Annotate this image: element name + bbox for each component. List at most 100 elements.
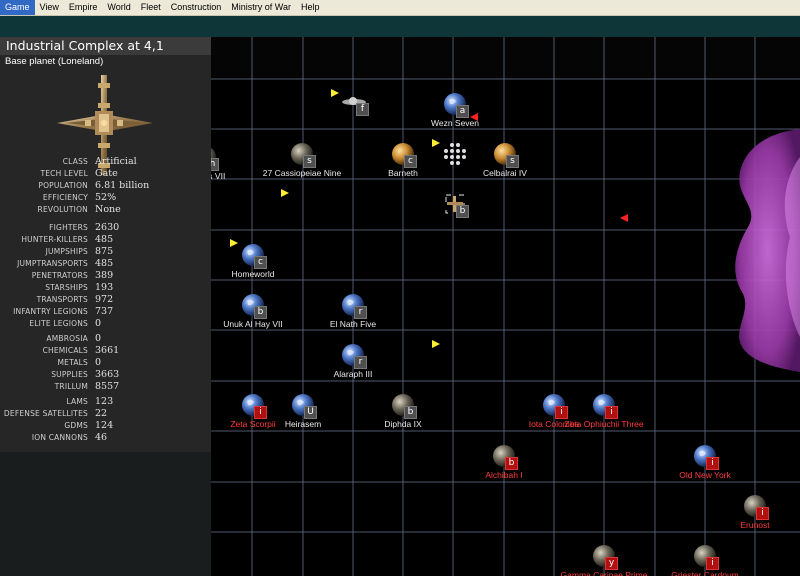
cluster-dot — [456, 143, 460, 147]
fleet-icon[interactable] — [432, 340, 440, 348]
stat-value: 22 — [95, 408, 108, 419]
cluster-dot — [444, 149, 448, 153]
stat-value: 0 — [95, 333, 102, 344]
stat-value: 2630 — [95, 222, 120, 233]
owner-badge: i — [756, 507, 769, 520]
owner-badge: U — [304, 406, 317, 419]
world-label[interactable]: Alaraph III — [334, 369, 373, 379]
stat-value: 485 — [95, 234, 114, 245]
owner-badge: i — [254, 406, 267, 419]
stat-value: 0 — [95, 357, 102, 368]
stat-label: EFFICIENCY — [42, 193, 88, 202]
owner-badge: r — [354, 356, 367, 369]
stat-label: JUMPTRANSPORTS — [17, 259, 88, 268]
stat-value: 8557 — [95, 381, 120, 392]
stat-value: 737 — [95, 306, 114, 317]
stat-row-elite-legions: ELITE LEGIONS 0 — [0, 318, 211, 330]
fleet-icon[interactable] — [432, 139, 440, 147]
cluster-dot — [456, 155, 460, 159]
stat-value: Artificial — [95, 156, 137, 167]
cluster-dot — [462, 155, 466, 159]
stat-label: SUPPLIES — [51, 370, 88, 379]
world-label[interactable]: Gamma Carinae Prime — [561, 570, 648, 576]
stat-value: 46 — [95, 432, 108, 443]
stat-row-penetrators: PENETRATORS 389 — [0, 270, 211, 282]
stat-value: 875 — [95, 246, 114, 257]
stat-row-infantry-legions: INFANTRY LEGIONS 737 — [0, 306, 211, 318]
world-label[interactable]: Zeta Scorpii — [230, 419, 275, 429]
stat-label: REVOLUTION — [37, 205, 88, 214]
stat-label: TRANSPORTS — [36, 295, 88, 304]
stat-label: STARSHIPS — [45, 283, 88, 292]
world-label[interactable]: Homeworld — [232, 269, 275, 279]
owner-badge: i — [555, 406, 568, 419]
stat-label: JUMPSHIPS — [45, 247, 88, 256]
menu-help[interactable]: Help — [296, 0, 325, 15]
stat-row-metals: METALS 0 — [0, 357, 211, 369]
owner-badge: r — [354, 306, 367, 319]
menu-empire[interactable]: Empire — [64, 0, 103, 15]
panel-title: Industrial Complex at 4,1 — [0, 37, 211, 55]
world-label[interactable]: Heirasem — [285, 419, 321, 429]
world-label[interactable]: Wezn Seven — [431, 118, 479, 128]
owner-badge: b — [254, 306, 267, 319]
cluster-dot — [456, 161, 460, 165]
stat-row-gdms: GDMS 124 — [0, 420, 211, 432]
stat-label: FIGHTERS — [49, 223, 88, 232]
stat-label: CLASS — [62, 157, 88, 166]
cluster-dot — [450, 155, 454, 159]
world-label[interactable]: 27 Cassiopeiae Nine — [263, 168, 341, 178]
stat-value: 3661 — [95, 345, 120, 356]
cluster-dot — [444, 155, 448, 159]
fleet-icon[interactable] — [331, 89, 339, 97]
menu-fleet[interactable]: Fleet — [136, 0, 166, 15]
world-label[interactable]: Alchibah I — [485, 470, 522, 480]
menu-bar: Game View Empire World Fleet Construction Mini… — [0, 0, 800, 16]
map-grid — [211, 37, 800, 576]
stat-label: TRILLUM — [54, 382, 88, 391]
world-label[interactable]: Zeta Ophiuchii Three — [564, 419, 643, 429]
owner-badge: c — [254, 256, 267, 269]
toolbar-strip — [0, 16, 800, 37]
stat-value: 124 — [95, 420, 114, 431]
menu-construction[interactable]: Construction — [166, 0, 227, 15]
stat-label: INFANTRY LEGIONS — [13, 307, 88, 316]
stat-value: 123 — [95, 396, 114, 407]
stat-value: 0 — [95, 318, 102, 329]
stat-label: DEFENSE SATELLITES — [3, 409, 88, 418]
world-label[interactable]: Barneth — [388, 168, 418, 178]
enemy-fleet-icon[interactable] — [620, 214, 628, 222]
stat-row-transports: TRANSPORTS 972 — [0, 294, 211, 306]
panel-lower-area — [0, 452, 211, 576]
fleet-icon[interactable] — [230, 239, 238, 247]
menu-world[interactable]: World — [102, 0, 135, 15]
stat-row-jumpships: JUMPSHIPS 875 — [0, 246, 211, 258]
menu-view[interactable]: View — [35, 0, 64, 15]
world-label[interactable]: Unuk Al Hay VII — [223, 319, 283, 329]
world-label[interactable]: Celbalrai IV — [483, 168, 527, 178]
stat-label: POPULATION — [38, 181, 88, 190]
world-label[interactable]: Diphda IX — [384, 419, 421, 429]
owner-badge: s — [506, 155, 519, 168]
fleet-icon[interactable] — [281, 189, 289, 197]
world-label[interactable]: Old New York — [679, 470, 731, 480]
stat-row-efficiency: EFFICIENCY 52% — [0, 192, 211, 204]
world-label[interactable]: Griester Cardoum — [671, 570, 739, 576]
panel-subtitle: Base planet (Loneland) — [5, 56, 104, 67]
world-cluster-5[interactable] — [444, 143, 466, 165]
cluster-dot — [456, 149, 460, 153]
cluster-dot — [450, 161, 454, 165]
stat-label: LAMS — [66, 397, 88, 406]
world-label[interactable]: Erunost — [740, 520, 769, 530]
owner-badge: b — [456, 205, 469, 218]
owner-badge: c — [404, 155, 417, 168]
stat-row-class: CLASS Artificial — [0, 156, 211, 168]
owner-badge: s — [303, 155, 316, 168]
menu-ministry-of-war[interactable]: Ministry of War — [226, 0, 296, 15]
stat-label: HUNTER-KILLERS — [21, 235, 88, 244]
stat-label: GDMS — [64, 421, 88, 430]
world-label[interactable]: El Nath Five — [330, 319, 376, 329]
owner-badge: f — [356, 103, 369, 116]
owner-badge: i — [706, 457, 719, 470]
menu-game[interactable]: Game — [0, 0, 35, 15]
